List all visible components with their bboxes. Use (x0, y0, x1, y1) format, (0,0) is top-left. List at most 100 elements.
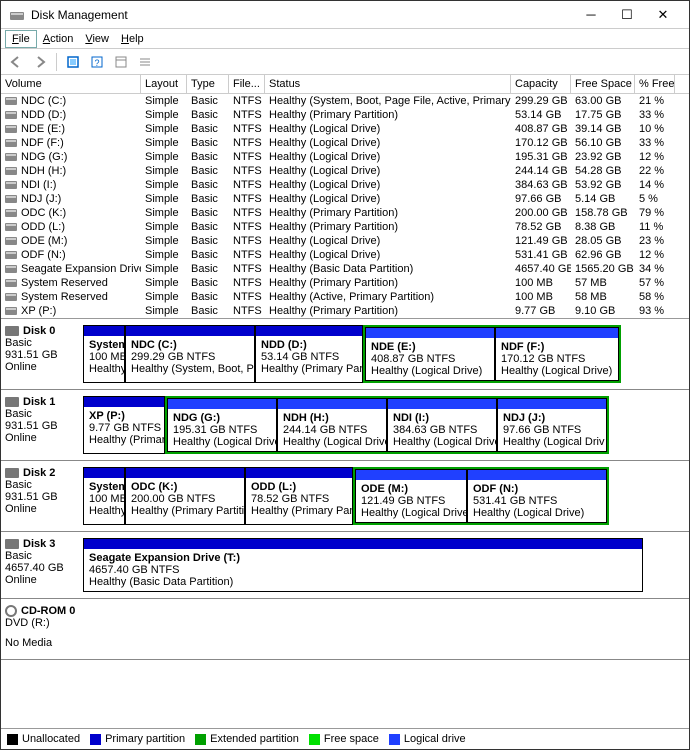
volume-row[interactable]: ODC (K:) Simple Basic NTFS Healthy (Prim… (1, 206, 689, 220)
volume-row[interactable]: System Reserved Simple Basic NTFS Health… (1, 290, 689, 304)
partition-title: ODD (L:) (251, 481, 347, 493)
partition-status: Healthy (89, 505, 119, 517)
cell-type: Basic (187, 136, 229, 150)
volume-row[interactable]: ODE (M:) Simple Basic NTFS Healthy (Logi… (1, 234, 689, 248)
partition-size: 200.00 GB NTFS (131, 493, 239, 505)
partition[interactable]: NDD (D:) 53.14 GB NTFS Healthy (Primary … (255, 325, 363, 383)
cell-pct: 33 % (635, 108, 675, 122)
partition[interactable]: Seagate Expansion Drive (T:) 4657.40 GB … (83, 538, 643, 592)
partition-title: System (89, 481, 119, 493)
menu-help[interactable]: Help (115, 31, 150, 47)
volume-row[interactable]: Seagate Expansion Drive (T:) Simple Basi… (1, 262, 689, 276)
volume-list-header[interactable]: Volume Layout Type File... Status Capaci… (1, 75, 689, 94)
help-button[interactable] (110, 51, 132, 73)
disk-info[interactable]: Disk 3 Basic 4657.40 GB Online (1, 532, 83, 598)
partition[interactable]: NDE (E:) 408.87 GB NTFS Healthy (Logical… (365, 327, 495, 381)
refresh-button[interactable] (62, 51, 84, 73)
col-fs[interactable]: File... (229, 75, 265, 93)
extended-partition[interactable]: ODE (M:) 121.49 GB NTFS Healthy (Logical… (353, 467, 609, 525)
cell-status: Healthy (Primary Partition) (265, 108, 511, 122)
list-button[interactable] (134, 51, 156, 73)
cell-fs: NTFS (229, 220, 265, 234)
partition[interactable]: ODD (L:) 78.52 GB NTFS Healthy (Primary … (245, 467, 353, 525)
disk-info[interactable]: CD-ROM 0 DVD (R:) No Media (1, 599, 83, 659)
close-button[interactable]: ✕ (645, 1, 681, 29)
partition[interactable]: System 100 MB Healthy (83, 325, 125, 383)
volume-list[interactable]: Volume Layout Type File... Status Capaci… (1, 75, 689, 319)
partition[interactable]: NDJ (J:) 97.66 GB NTFS Healthy (Logical … (497, 398, 607, 452)
col-volume[interactable]: Volume (1, 75, 141, 93)
extended-partition[interactable]: NDG (G:) 195.31 GB NTFS Healthy (Logical… (165, 396, 609, 454)
maximize-button[interactable]: ☐ (609, 1, 645, 29)
volume-name: NDF (F:) (21, 137, 64, 149)
legend-swatch (389, 734, 400, 745)
partition[interactable]: NDF (F:) 170.12 GB NTFS Healthy (Logical… (495, 327, 619, 381)
partition[interactable]: NDC (C:) 299.29 GB NTFS Healthy (System,… (125, 325, 255, 383)
properties-button[interactable]: ? (86, 51, 108, 73)
volume-row[interactable]: System Reserved Simple Basic NTFS Health… (1, 276, 689, 290)
col-capacity[interactable]: Capacity (511, 75, 571, 93)
volume-row[interactable]: ODF (N:) Simple Basic NTFS Healthy (Logi… (1, 248, 689, 262)
menu-file[interactable]: File (5, 30, 37, 48)
partition-size: 9.77 GB NTFS (89, 422, 159, 434)
partition[interactable]: NDI (I:) 384.63 GB NTFS Healthy (Logical… (387, 398, 497, 452)
partition-size: 78.52 GB NTFS (251, 493, 347, 505)
cell-fs: NTFS (229, 304, 265, 318)
col-layout[interactable]: Layout (141, 75, 187, 93)
disk-icon (5, 397, 19, 407)
cell-status: Healthy (Basic Data Partition) (265, 262, 511, 276)
partition[interactable]: ODC (K:) 200.00 GB NTFS Healthy (Primary… (125, 467, 245, 525)
minimize-button[interactable]: ─ (573, 1, 609, 29)
legend-item: Primary partition (90, 733, 185, 745)
volume-icon (5, 307, 17, 315)
disk-info[interactable]: Disk 1 Basic 931.51 GB Online (1, 390, 83, 460)
cell-status: Healthy (Logical Drive) (265, 150, 511, 164)
partition-size: 100 MB (89, 493, 119, 505)
disk-info[interactable]: Disk 0 Basic 931.51 GB Online (1, 319, 83, 389)
col-pct[interactable]: % Free (635, 75, 675, 93)
col-free[interactable]: Free Space (571, 75, 635, 93)
menu-view[interactable]: View (79, 31, 115, 47)
partition[interactable]: System 100 MB Healthy (83, 467, 125, 525)
volume-name: NDH (H:) (21, 165, 66, 177)
volume-row[interactable]: ODD (L:) Simple Basic NTFS Healthy (Prim… (1, 220, 689, 234)
legend-swatch (195, 734, 206, 745)
partition-status: Healthy (Logical Drive (173, 436, 271, 448)
partitions-container: System 100 MB Healthy NDC (C:) 299.29 GB… (83, 319, 689, 389)
partition-status: Healthy (Logical Drive) (473, 507, 601, 519)
cell-pct: 93 % (635, 304, 675, 318)
partition[interactable]: NDG (G:) 195.31 GB NTFS Healthy (Logical… (167, 398, 277, 452)
volume-row[interactable]: NDE (E:) Simple Basic NTFS Healthy (Logi… (1, 122, 689, 136)
partition[interactable]: XP (P:) 9.77 GB NTFS Healthy (Primary (83, 396, 165, 454)
legend-label: Extended partition (210, 733, 299, 745)
menu-action[interactable]: Action (37, 31, 80, 47)
legend-swatch (309, 734, 320, 745)
cell-type: Basic (187, 206, 229, 220)
partition-status: Healthy (Logical Drive) (283, 436, 381, 448)
partition-size: 531.41 GB NTFS (473, 495, 601, 507)
volume-row[interactable]: XP (P:) Simple Basic NTFS Healthy (Prima… (1, 304, 689, 318)
cell-layout: Simple (141, 192, 187, 206)
volume-row[interactable]: NDG (G:) Simple Basic NTFS Healthy (Logi… (1, 150, 689, 164)
partition[interactable]: ODF (N:) 531.41 GB NTFS Healthy (Logical… (467, 469, 607, 523)
col-type[interactable]: Type (187, 75, 229, 93)
graphical-view[interactable]: Disk 0 Basic 931.51 GB Online System 100… (1, 319, 689, 728)
partition-status: Healthy (Logical Drive) (393, 436, 491, 448)
cell-fs: NTFS (229, 262, 265, 276)
col-status[interactable]: Status (265, 75, 511, 93)
volume-row[interactable]: NDC (C:) Simple Basic NTFS Healthy (Syst… (1, 94, 689, 108)
back-button[interactable] (5, 51, 27, 73)
partition[interactable]: NDH (H:) 244.14 GB NTFS Healthy (Logical… (277, 398, 387, 452)
forward-button[interactable] (29, 51, 51, 73)
volume-row[interactable]: NDI (I:) Simple Basic NTFS Healthy (Logi… (1, 178, 689, 192)
extended-partition[interactable]: NDE (E:) 408.87 GB NTFS Healthy (Logical… (363, 325, 621, 383)
volume-row[interactable]: NDH (H:) Simple Basic NTFS Healthy (Logi… (1, 164, 689, 178)
disk-info[interactable]: Disk 2 Basic 931.51 GB Online (1, 461, 83, 531)
disk-row: CD-ROM 0 DVD (R:) No Media (1, 599, 689, 660)
partition[interactable]: ODE (M:) 121.49 GB NTFS Healthy (Logical… (355, 469, 467, 523)
volume-row[interactable]: NDD (D:) Simple Basic NTFS Healthy (Prim… (1, 108, 689, 122)
cell-pct: 57 % (635, 276, 675, 290)
volume-row[interactable]: NDJ (J:) Simple Basic NTFS Healthy (Logi… (1, 192, 689, 206)
volume-row[interactable]: NDF (F:) Simple Basic NTFS Healthy (Logi… (1, 136, 689, 150)
partition-title: NDF (F:) (501, 341, 613, 353)
